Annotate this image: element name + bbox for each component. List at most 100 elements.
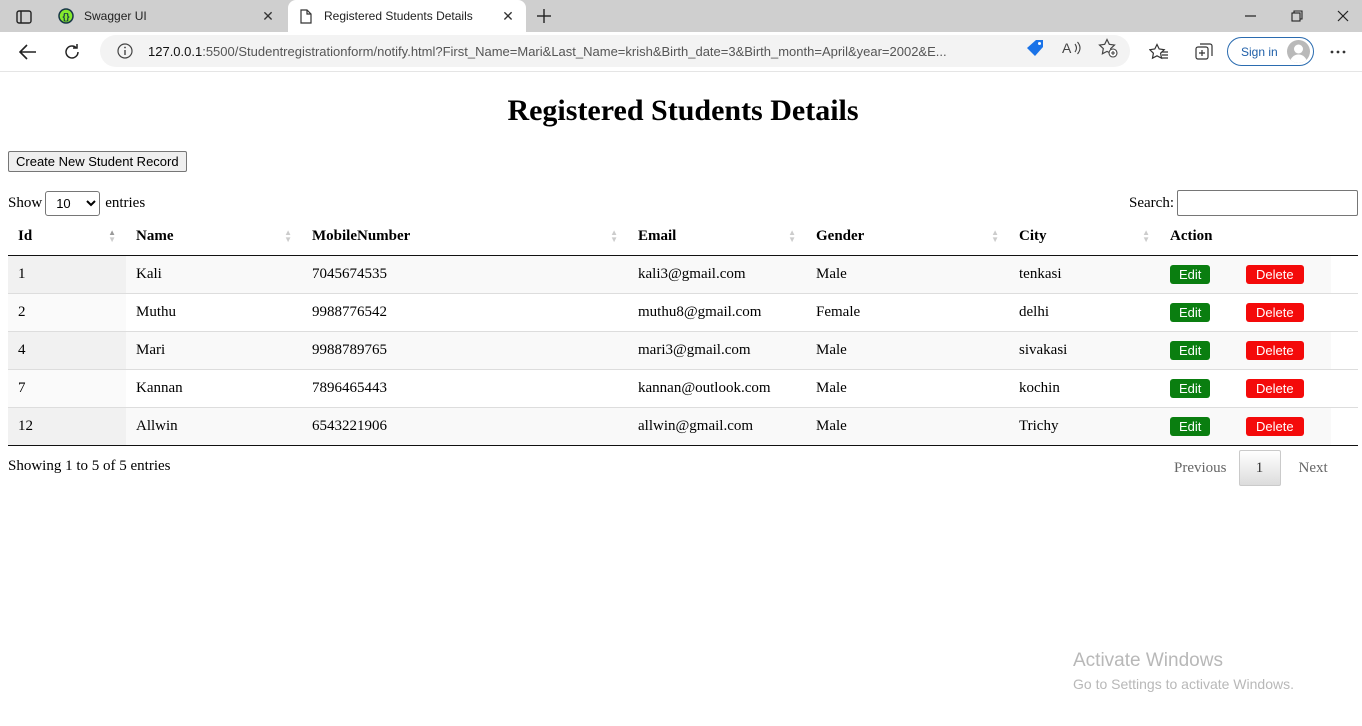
close-tab-icon[interactable]: ✕ bbox=[258, 6, 278, 26]
cell-name: Kannan bbox=[126, 368, 302, 407]
favorites-icon[interactable] bbox=[1143, 36, 1175, 68]
column-header-email[interactable]: Email ▲ ▼ bbox=[628, 219, 806, 256]
address-bar[interactable]: 127.0.0.1:5500/Studentregistrationform/n… bbox=[100, 35, 1130, 67]
next-button[interactable]: Next bbox=[1289, 460, 1338, 477]
page-1-button[interactable]: 1 bbox=[1238, 450, 1281, 486]
cell-edit: Edit bbox=[1160, 292, 1236, 331]
sort-icon: ▲ ▼ bbox=[991, 228, 999, 244]
svg-text:{}: {} bbox=[62, 12, 70, 22]
search-control: Search: bbox=[1129, 190, 1358, 216]
cell-name: Kali bbox=[126, 255, 302, 293]
cell-email: kannan@outlook.com bbox=[628, 368, 806, 407]
browser-toolbar: 127.0.0.1:5500/Studentregistrationform/n… bbox=[0, 32, 1362, 72]
more-options-icon[interactable] bbox=[1322, 36, 1354, 68]
edit-button[interactable]: Edit bbox=[1170, 264, 1211, 284]
cell-gender: Male bbox=[806, 406, 1009, 446]
cell-spacer bbox=[1331, 292, 1358, 331]
tab-actions-icon[interactable] bbox=[10, 6, 38, 28]
page-icon bbox=[298, 8, 314, 24]
table-row: 12 Allwin 6543221906 allwin@gmail.com Ma… bbox=[8, 406, 1358, 446]
cell-delete: Delete bbox=[1236, 292, 1331, 331]
cell-delete: Delete bbox=[1236, 406, 1331, 446]
cell-city: tenkasi bbox=[1009, 255, 1160, 293]
cell-name: Mari bbox=[126, 330, 302, 369]
column-header-name[interactable]: Name ▲ ▼ bbox=[126, 219, 302, 256]
cell-email: mari3@gmail.com bbox=[628, 330, 806, 369]
delete-button[interactable]: Delete bbox=[1246, 378, 1304, 398]
cell-mobile: 9988789765 bbox=[302, 330, 628, 369]
table-row: 7 Kannan 7896465443 kannan@outlook.com M… bbox=[8, 368, 1358, 407]
price-tag-icon[interactable] bbox=[1024, 36, 1048, 60]
column-header-city[interactable]: City ▲ ▼ bbox=[1009, 219, 1160, 256]
cell-delete: Delete bbox=[1236, 330, 1331, 369]
close-tab-icon[interactable]: ✕ bbox=[498, 6, 518, 26]
close-window-icon[interactable] bbox=[1320, 0, 1362, 32]
cell-mobile: 7896465443 bbox=[302, 368, 628, 407]
edit-button[interactable]: Edit bbox=[1170, 302, 1211, 322]
sign-in-label: Sign in bbox=[1241, 44, 1278, 59]
sign-in-button[interactable]: Sign in bbox=[1227, 37, 1314, 66]
entries-length-control: Show 10 entries bbox=[8, 191, 145, 216]
site-info-icon[interactable] bbox=[114, 43, 136, 59]
tab-registered-students[interactable]: Registered Students Details ✕ bbox=[288, 0, 526, 32]
cell-mobile: 7045674535 bbox=[302, 255, 628, 293]
table-row: 1 Kali 7045674535 kali3@gmail.com Male t… bbox=[8, 255, 1358, 293]
add-favorite-icon[interactable] bbox=[1096, 36, 1120, 60]
cell-email: muthu8@gmail.com bbox=[628, 292, 806, 331]
table-info: Showing 1 to 5 of 5 entries bbox=[8, 458, 171, 474]
column-header-id[interactable]: Id ▲ ▼ bbox=[8, 219, 126, 256]
cell-mobile: 6543221906 bbox=[302, 406, 628, 446]
cell-city: sivakasi bbox=[1009, 330, 1160, 369]
cell-delete: Delete bbox=[1236, 255, 1331, 293]
cell-gender: Male bbox=[806, 330, 1009, 369]
cell-id: 2 bbox=[8, 292, 126, 331]
cell-name: Allwin bbox=[126, 406, 302, 446]
edit-button[interactable]: Edit bbox=[1170, 340, 1211, 360]
sort-icon: ▲ ▼ bbox=[788, 228, 796, 244]
table-row: 4 Mari 9988789765 mari3@gmail.com Male s… bbox=[8, 330, 1358, 369]
refresh-icon[interactable] bbox=[56, 36, 88, 68]
tab-title: Swagger UI bbox=[84, 9, 147, 23]
edit-button[interactable]: Edit bbox=[1170, 416, 1211, 436]
swagger-icon: {} bbox=[58, 8, 74, 24]
column-header-mobile[interactable]: MobileNumber ▲ ▼ bbox=[302, 219, 628, 256]
cell-email: allwin@gmail.com bbox=[628, 406, 806, 446]
search-input[interactable] bbox=[1177, 190, 1358, 216]
cell-id: 1 bbox=[8, 255, 126, 293]
entries-select[interactable]: 10 bbox=[45, 191, 101, 216]
search-label: Search: bbox=[1129, 194, 1174, 211]
minimize-icon[interactable] bbox=[1228, 0, 1274, 32]
delete-button[interactable]: Delete bbox=[1246, 416, 1304, 436]
url-text: 127.0.0.1:5500/Studentregistrationform/n… bbox=[148, 43, 947, 59]
cell-delete: Delete bbox=[1236, 368, 1331, 407]
read-aloud-icon[interactable]: A bbox=[1060, 36, 1084, 60]
sort-asc-icon: ▲ ▼ bbox=[108, 228, 116, 244]
cell-city: Trichy bbox=[1009, 406, 1160, 446]
create-student-button[interactable]: Create New Student Record bbox=[8, 151, 187, 172]
cell-id: 7 bbox=[8, 368, 126, 407]
sort-icon: ▲ ▼ bbox=[284, 228, 292, 244]
cell-city: delhi bbox=[1009, 292, 1160, 331]
table-header-row: Id ▲ ▼ Name ▲ ▼ MobileNumber ▲ ▼ Email ▲ ▼ Gende… bbox=[8, 219, 1358, 256]
tab-swagger-ui[interactable]: {} Swagger UI ✕ bbox=[48, 0, 286, 32]
delete-button[interactable]: Delete bbox=[1246, 302, 1304, 322]
collections-icon[interactable] bbox=[1188, 36, 1220, 68]
back-icon[interactable] bbox=[12, 36, 44, 68]
cell-spacer bbox=[1331, 406, 1358, 446]
delete-button[interactable]: Delete bbox=[1246, 264, 1304, 284]
restore-icon[interactable] bbox=[1274, 0, 1320, 32]
edit-button[interactable]: Edit bbox=[1170, 378, 1211, 398]
cell-city: kochin bbox=[1009, 368, 1160, 407]
delete-button[interactable]: Delete bbox=[1246, 340, 1304, 360]
cell-gender: Female bbox=[806, 292, 1009, 331]
cell-id: 12 bbox=[8, 406, 126, 446]
page-content: Registered Students Details Create New S… bbox=[0, 72, 1362, 726]
previous-button[interactable]: Previous bbox=[1164, 460, 1237, 477]
cell-edit: Edit bbox=[1160, 330, 1236, 369]
tab-title: Registered Students Details bbox=[324, 9, 473, 23]
cell-edit: Edit bbox=[1160, 255, 1236, 293]
cell-spacer bbox=[1331, 368, 1358, 407]
column-header-gender[interactable]: Gender ▲ ▼ bbox=[806, 219, 1009, 256]
new-tab-icon[interactable] bbox=[532, 6, 556, 26]
entries-label: entries bbox=[105, 195, 146, 211]
